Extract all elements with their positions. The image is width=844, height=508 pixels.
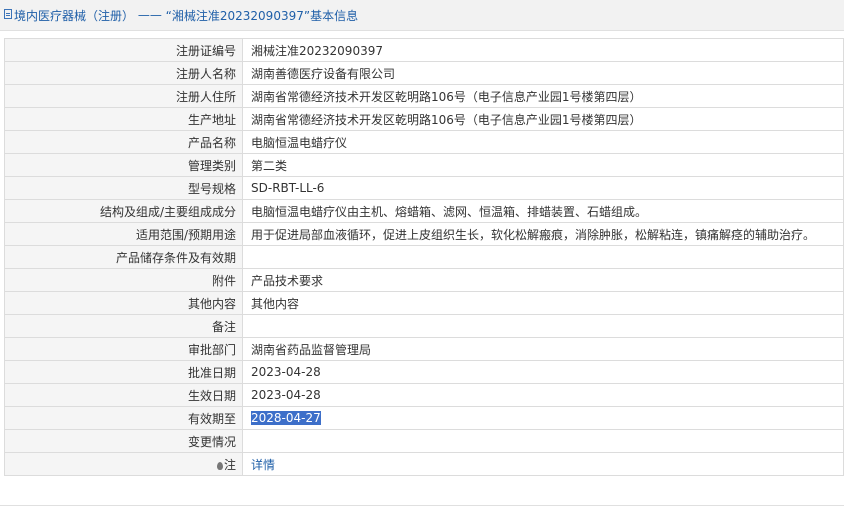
row-value	[242, 314, 844, 338]
row-value	[242, 245, 844, 269]
row-value: 电脑恒温电蜡疗仪由主机、熔蜡箱、滤网、恒温箱、排蜡装置、石蜡组成。	[242, 199, 844, 223]
row-value: 湖南省常德经济技术开发区乾明路106号（电子信息产业园1号楼第四层）	[242, 107, 844, 131]
row-value[interactable]: 2028-04-27	[242, 406, 844, 430]
table-row: 产品储存条件及有效期	[4, 245, 844, 269]
row-label: 注册人住所	[4, 84, 243, 108]
table-row: 产品名称 电脑恒温电蜡疗仪	[4, 130, 844, 154]
row-label: 注册证编号	[4, 38, 243, 62]
row-label: 管理类别	[4, 153, 243, 177]
breadcrumb-category[interactable]: 境内医疗器械（注册）	[14, 7, 134, 24]
table-row: 注 详情	[4, 452, 844, 476]
table-row: 注册人名称 湖南善德医疗设备有限公司	[4, 61, 844, 85]
table-row: 有效期至 2028-04-27	[4, 406, 844, 430]
table-row: 适用范围/预期用途 用于促进局部血液循环，促进上皮组织生长，软化松解瘢痕，消除肿…	[4, 222, 844, 246]
table-row: 批准日期 2023-04-28	[4, 360, 844, 384]
row-label: 适用范围/预期用途	[4, 222, 243, 246]
table-row: 审批部门 湖南省药品监督管理局	[4, 337, 844, 361]
row-value: 湖南省药品监督管理局	[242, 337, 844, 361]
table-row: 生产地址 湖南省常德经济技术开发区乾明路106号（电子信息产业园1号楼第四层）	[4, 107, 844, 131]
table-row: 生效日期 2023-04-28	[4, 383, 844, 407]
row-label: 批准日期	[4, 360, 243, 384]
row-value: 湘械注准20232090397	[242, 38, 844, 62]
row-label: 结构及组成/主要组成成分	[4, 199, 243, 223]
row-value	[242, 429, 844, 453]
document-icon	[4, 9, 12, 19]
selected-text[interactable]: 2028-04-27	[251, 411, 321, 425]
divider	[0, 505, 844, 506]
row-label: 产品名称	[4, 130, 243, 154]
table-row: 注册证编号 湘械注准20232090397	[4, 38, 844, 62]
row-value: 其他内容	[242, 291, 844, 315]
row-value: 湖南省常德经济技术开发区乾明路106号（电子信息产业园1号楼第四层）	[242, 84, 844, 108]
row-value: 产品技术要求	[242, 268, 844, 292]
details-link[interactable]: 详情	[251, 458, 275, 472]
row-value: 用于促进局部血液循环，促进上皮组织生长，软化松解瘢痕，消除肿胀，松解粘连，镇痛解…	[242, 222, 844, 246]
row-label: 有效期至	[4, 406, 243, 430]
page-header: 境内医疗器械（注册） —— “湘械注准20232090397”基本信息	[0, 0, 844, 31]
row-label: 生产地址	[4, 107, 243, 131]
table-row: 注册人住所 湖南省常德经济技术开发区乾明路106号（电子信息产业园1号楼第四层）	[4, 84, 844, 108]
note-label-cell: 注	[4, 452, 243, 476]
table-row: 备注	[4, 314, 844, 338]
row-label: 变更情况	[4, 429, 243, 453]
row-value: 2023-04-28	[242, 360, 844, 384]
row-label: 产品储存条件及有效期	[4, 245, 243, 269]
row-label: 审批部门	[4, 337, 243, 361]
breadcrumb-separator: ——	[134, 8, 166, 22]
table-row: 附件 产品技术要求	[4, 268, 844, 292]
row-value: 2023-04-28	[242, 383, 844, 407]
lightbulb-icon	[216, 461, 223, 470]
row-value: 湖南善德医疗设备有限公司	[242, 61, 844, 85]
table-row: 管理类别 第二类	[4, 153, 844, 177]
basic-info-table: 注册证编号 湘械注准20232090397 注册人名称 湖南善德医疗设备有限公司…	[4, 38, 844, 476]
note-value-cell: 详情	[242, 452, 844, 476]
page-title: “湘械注准20232090397”基本信息	[165, 8, 359, 23]
table-row: 其他内容 其他内容	[4, 291, 844, 315]
row-value: SD-RBT-LL-6	[242, 176, 844, 200]
row-label: 备注	[4, 314, 243, 338]
row-label: 其他内容	[4, 291, 243, 315]
row-label: 生效日期	[4, 383, 243, 407]
table-row: 变更情况	[4, 429, 844, 453]
table-row: 结构及组成/主要组成成分 电脑恒温电蜡疗仪由主机、熔蜡箱、滤网、恒温箱、排蜡装置…	[4, 199, 844, 223]
row-label: 型号规格	[4, 176, 243, 200]
note-label: 注	[223, 457, 236, 472]
row-value: 电脑恒温电蜡疗仪	[242, 130, 844, 154]
row-label: 附件	[4, 268, 243, 292]
row-value: 第二类	[242, 153, 844, 177]
row-label: 注册人名称	[4, 61, 243, 85]
table-row: 型号规格 SD-RBT-LL-6	[4, 176, 844, 200]
